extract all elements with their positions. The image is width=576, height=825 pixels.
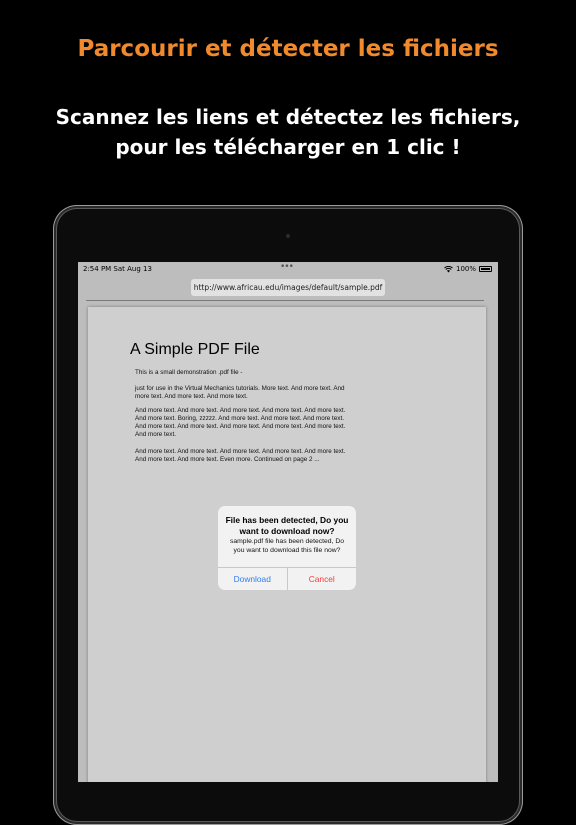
alert-title: File has been detected, Do you want to d…: [225, 515, 349, 536]
pdf-title: A Simple PDF File: [130, 341, 260, 358]
status-bar: 2:54 PM Sat Aug 13 ••• 100%: [78, 262, 498, 276]
status-time-date: 2:54 PM Sat Aug 13: [83, 265, 152, 273]
pdf-paragraph-4: And more text. And more text. And more t…: [135, 448, 346, 463]
promo-subtitle: Scannez les liens et détectez les fichie…: [0, 102, 576, 162]
promo-subtitle-line-1: Scannez les liens et détectez les fichie…: [55, 105, 521, 129]
app-screen: 2:54 PM Sat Aug 13 ••• 100% http://www.a…: [78, 262, 498, 782]
cancel-button[interactable]: Cancel: [288, 568, 357, 590]
toolbar-divider: [86, 300, 484, 301]
download-button[interactable]: Download: [218, 568, 288, 590]
status-right: 100%: [444, 265, 492, 273]
promo-headline: Parcourir et détecter les fichiers: [77, 36, 499, 62]
download-alert-dialog: File has been detected, Do you want to d…: [218, 506, 356, 590]
camera-icon: [286, 234, 290, 238]
pdf-paragraph-1: This is a small demonstration .pdf file …: [135, 369, 243, 376]
promo-subtitle-line-2: pour les télécharger en 1 clic !: [115, 135, 461, 159]
battery-icon: [479, 266, 492, 272]
pdf-paragraph-3: And more text. And more text. And more t…: [135, 407, 346, 438]
ipad-device-frame: 2:54 PM Sat Aug 13 ••• 100% http://www.a…: [53, 205, 523, 825]
alert-message: sample.pdf file has been detected, Do yo…: [229, 538, 345, 554]
more-dots-icon[interactable]: •••: [280, 262, 294, 272]
battery-percent: 100%: [455, 265, 476, 273]
wifi-icon: [444, 265, 453, 272]
url-field[interactable]: http://www.africau.edu/images/default/sa…: [191, 279, 385, 296]
alert-button-row: Download Cancel: [218, 567, 356, 590]
pdf-paragraph-2: just for use in the Virtual Mechanics tu…: [135, 385, 345, 400]
